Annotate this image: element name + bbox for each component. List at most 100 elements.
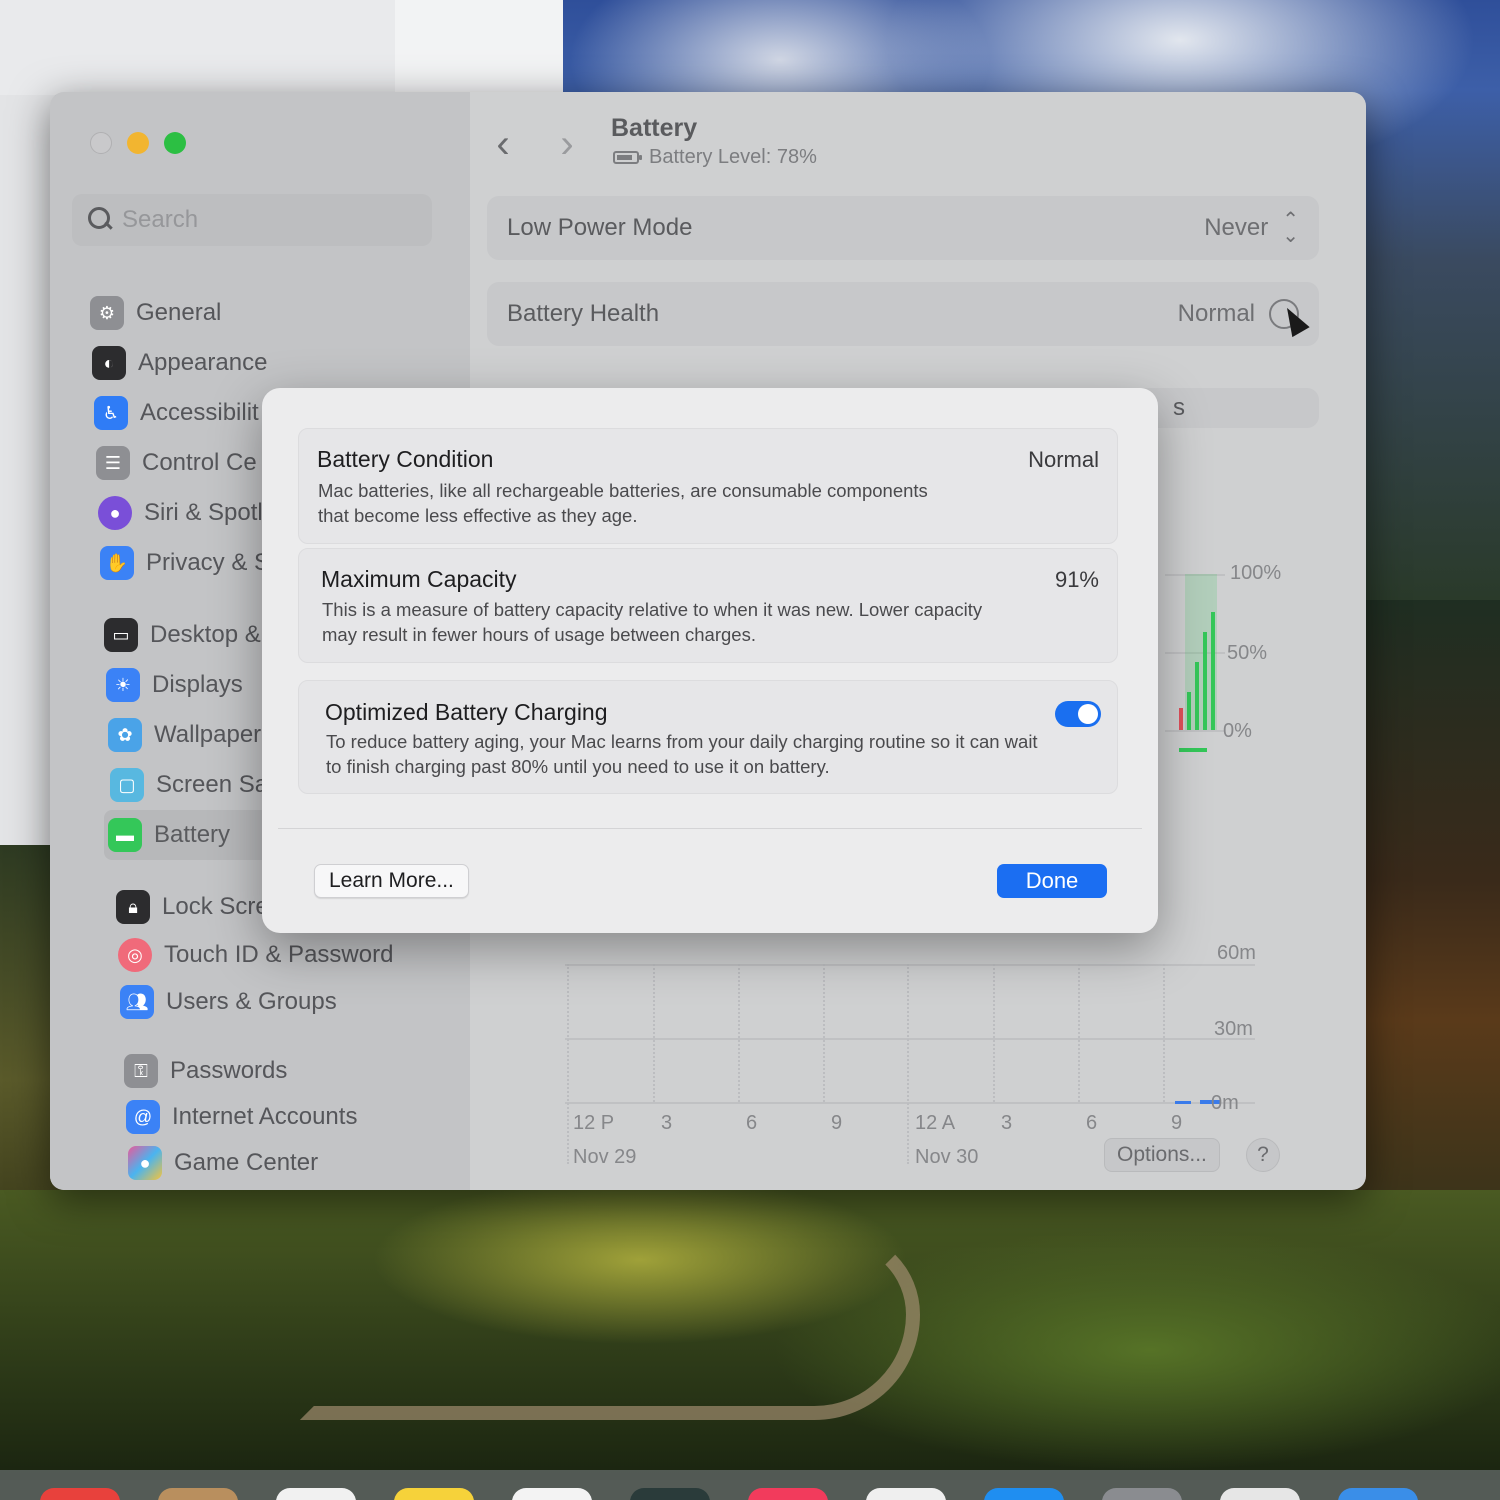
help-button[interactable]: ? <box>1246 1138 1280 1172</box>
sidebar-item-general[interactable]: ⚙ General <box>86 288 466 338</box>
background-window <box>0 0 395 95</box>
appearance-icon: ◐ <box>92 346 126 380</box>
sidebar-item-battery[interactable]: ▬ Battery <box>104 810 274 860</box>
at-icon: @ <box>126 1100 160 1134</box>
close-button[interactable] <box>90 132 112 154</box>
dock-app-notes[interactable] <box>394 1488 474 1500</box>
back-button[interactable]: ‹ <box>488 122 518 166</box>
dock-app-folder[interactable] <box>1338 1488 1418 1500</box>
sidebar-item-label: Privacy & S <box>146 549 271 576</box>
sidebar-item-label: Displays <box>152 671 243 698</box>
sidebar-item-label: Users & Groups <box>166 988 337 1015</box>
usage-grid-line <box>565 964 1255 966</box>
usage-grid-vline <box>907 964 909 1164</box>
maximize-button[interactable] <box>164 132 186 154</box>
optimized-charging-section: Optimized Battery Charging To reduce bat… <box>298 680 1118 794</box>
maximum-capacity-section: Maximum Capacity 91% This is a measure o… <box>298 548 1118 663</box>
dock-app-settings[interactable] <box>1102 1488 1182 1500</box>
level-y-tick: 100% <box>1230 562 1282 584</box>
usage-y-tick: 0m <box>1211 1092 1239 1114</box>
maximum-capacity-title: Maximum Capacity <box>321 566 517 592</box>
usage-x-tick: 3 <box>1001 1112 1013 1134</box>
dock-app-calendar[interactable] <box>40 1488 120 1500</box>
accessibility-icon: ♿ <box>94 396 128 430</box>
chevron-up-down-icon: ⌃ ⌄ <box>1282 209 1299 247</box>
usage-y-tick: 60m <box>1217 942 1256 964</box>
usage-x-tick: 6 <box>1086 1112 1098 1134</box>
lock-icon: 🔒︎ <box>116 890 150 924</box>
sidebar-item-label: Control Ce <box>142 449 257 476</box>
battery-level-subtitle: Battery Level: 78% <box>613 146 817 169</box>
usage-grid-line <box>565 1038 1255 1040</box>
battery-icon: ▬ <box>108 818 142 852</box>
low-power-mode-value: Never <box>1204 214 1269 241</box>
sidebar-item-label: Accessibilit <box>140 399 259 426</box>
dock-app[interactable] <box>276 1488 356 1500</box>
dock-app-music[interactable] <box>748 1488 828 1500</box>
siri-icon: ● <box>98 496 132 530</box>
level-bar <box>1195 662 1199 730</box>
usage-grid-line <box>565 1102 1255 1104</box>
forward-button[interactable]: › <box>552 122 582 166</box>
dock-app[interactable] <box>158 1488 238 1500</box>
search-input[interactable] <box>122 206 412 234</box>
flower-icon: ✿ <box>108 718 142 752</box>
sidebar-item-passwords[interactable]: ⚿ Passwords <box>120 1048 466 1094</box>
sidebar-item-label: Passwords <box>170 1057 288 1084</box>
usage-x-tick: 9 <box>1171 1112 1183 1134</box>
hand-icon: ✋ <box>100 546 134 580</box>
battery-condition-title: Battery Condition <box>317 446 494 472</box>
dock-app[interactable] <box>512 1488 592 1500</box>
usage-grid-vline <box>738 964 740 1102</box>
sidebar-item-label: General <box>136 299 222 326</box>
optimized-charging-toggle[interactable] <box>1055 701 1101 727</box>
users-icon: 👥︎ <box>120 985 154 1019</box>
control-center-icon: ☰ <box>96 446 130 480</box>
learn-more-button[interactable]: Learn More... <box>314 864 469 898</box>
usage-grid-vline <box>1078 964 1080 1102</box>
sidebar-item-internet-accounts[interactable]: @ Internet Accounts <box>122 1094 466 1140</box>
level-bar <box>1203 632 1207 730</box>
low-power-mode-row: Low Power Mode Never ⌃ ⌄ <box>487 196 1319 260</box>
usage-grid-vline <box>993 964 995 1102</box>
usage-grid-vline <box>1163 964 1165 1102</box>
usage-x-tick: 12 A <box>915 1112 956 1134</box>
maximum-capacity-description: This is a measure of battery capacity re… <box>322 599 983 645</box>
dock-app-appstore[interactable] <box>984 1488 1064 1500</box>
battery-condition-section: Battery Condition Normal Mac batteries, … <box>298 428 1118 544</box>
sidebar-item-game-center[interactable]: ● Game Center <box>124 1140 466 1186</box>
wallpaper-road <box>300 1230 920 1420</box>
optimized-charging-title: Optimized Battery Charging <box>325 699 608 725</box>
screensaver-icon: ▢ <box>110 768 144 802</box>
done-button[interactable]: Done <box>997 864 1107 898</box>
background-window-2 <box>395 0 563 95</box>
fingerprint-icon: ◎ <box>118 938 152 972</box>
dock-app[interactable] <box>630 1488 710 1500</box>
usage-date-label: Nov 30 <box>915 1146 979 1168</box>
level-y-tick: 0% <box>1223 720 1252 742</box>
sidebar-item-touch-id[interactable]: ◎ Touch ID & Password <box>114 932 466 978</box>
minimize-button[interactable] <box>127 132 149 154</box>
options-button[interactable]: Options... <box>1104 1138 1220 1172</box>
usage-x-tick: 6 <box>746 1112 758 1134</box>
level-bar <box>1187 692 1191 730</box>
battery-health-value: Normal <box>1177 300 1255 327</box>
low-power-mode-popup[interactable]: Never ⌃ ⌄ <box>1204 209 1299 247</box>
level-y-tick: 50% <box>1227 642 1268 664</box>
sidebar-item-users[interactable]: 👥︎ Users & Groups <box>116 978 466 1026</box>
sidebar-item-appearance[interactable]: ◐ Appearance <box>88 338 466 388</box>
background-window-3 <box>0 95 55 845</box>
dock <box>0 1470 1500 1500</box>
dock-app[interactable] <box>1220 1488 1300 1500</box>
usage-x-tick: 9 <box>831 1112 843 1134</box>
level-bar <box>1179 708 1183 730</box>
dock-app[interactable] <box>866 1488 946 1500</box>
sidebar-item-label: Touch ID & Password <box>164 941 394 968</box>
partially-hidden-text: s <box>1173 394 1185 421</box>
usage-x-tick: 3 <box>661 1112 673 1134</box>
search-field[interactable] <box>72 194 432 246</box>
battery-health-row: Battery Health Normal <box>487 282 1319 346</box>
usage-y-tick: 30m <box>1214 1018 1253 1040</box>
key-icon: ⚿ <box>124 1054 158 1088</box>
gear-icon: ⚙ <box>90 296 124 330</box>
